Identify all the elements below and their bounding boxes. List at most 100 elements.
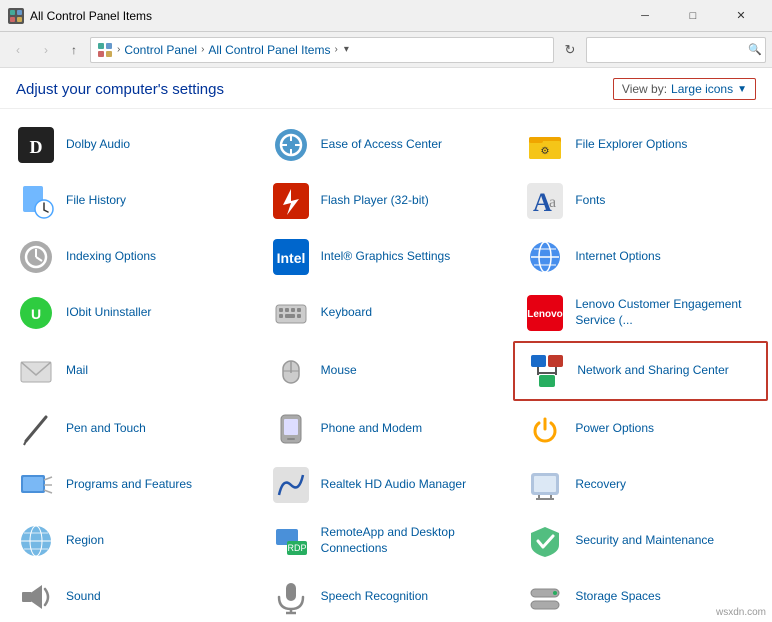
- svg-text:Intel: Intel: [276, 250, 305, 266]
- grid-item-power-options[interactable]: Power Options: [513, 401, 768, 457]
- iobit-label[interactable]: IObit Uninstaller: [66, 305, 151, 321]
- address-control-panel[interactable]: Control Panel: [124, 43, 197, 57]
- grid-item-mail[interactable]: Mail: [4, 341, 259, 401]
- grid-item-mouse[interactable]: Mouse: [259, 341, 514, 401]
- mail-label[interactable]: Mail: [66, 363, 88, 379]
- lenovo-customer-label[interactable]: Lenovo Customer Engagement Service (...: [575, 297, 756, 328]
- phone-modem-label[interactable]: Phone and Modem: [321, 421, 422, 437]
- internet-options-label[interactable]: Internet Options: [575, 249, 660, 265]
- view-by-chevron-icon: ▼: [737, 84, 747, 95]
- address-dropdown-btn[interactable]: ▾: [344, 44, 349, 55]
- up-button[interactable]: ↑: [62, 38, 86, 62]
- keyboard-icon: [271, 293, 311, 333]
- region-icon: [16, 521, 56, 561]
- ease-of-access-label[interactable]: Ease of Access Center: [321, 137, 442, 153]
- grid-item-iobit[interactable]: U IObit Uninstaller: [4, 285, 259, 341]
- phone-modem-icon: [271, 409, 311, 449]
- watermark: wsxdn.com: [716, 607, 766, 618]
- view-by-value[interactable]: Large icons: [671, 82, 733, 96]
- programs-features-icon: [16, 465, 56, 505]
- svg-text:U: U: [31, 306, 41, 322]
- storage-spaces-icon: [525, 577, 565, 617]
- grid-item-ease-of-access[interactable]: Ease of Access Center: [259, 117, 514, 173]
- items-container: D Dolby Audio Ease of Access Center ⚙ File E…: [0, 109, 772, 622]
- grid-item-intel-graphics[interactable]: Intel Intel® Graphics Settings: [259, 229, 514, 285]
- file-explorer-options-icon: ⚙: [525, 125, 565, 165]
- main-content: Adjust your computer's settings View by:…: [0, 68, 772, 622]
- back-button[interactable]: ‹: [6, 38, 30, 62]
- grid-item-internet-options[interactable]: Internet Options: [513, 229, 768, 285]
- forward-button[interactable]: ›: [34, 38, 58, 62]
- title-bar-left: All Control Panel Items: [8, 8, 152, 24]
- grid-item-remoteapp[interactable]: RDP RemoteApp and Desktop Connections: [259, 513, 514, 569]
- remoteapp-icon: RDP: [271, 521, 311, 561]
- programs-features-label[interactable]: Programs and Features: [66, 477, 192, 493]
- grid-item-phone-modem[interactable]: Phone and Modem: [259, 401, 514, 457]
- power-options-icon: [525, 409, 565, 449]
- view-by-label: View by:: [622, 82, 667, 96]
- speech-recognition-label[interactable]: Speech Recognition: [321, 589, 428, 605]
- file-history-label[interactable]: File History: [66, 193, 126, 209]
- file-explorer-options-label[interactable]: File Explorer Options: [575, 137, 687, 153]
- grid-item-realtek-audio[interactable]: Realtek HD Audio Manager: [259, 457, 514, 513]
- flash-player-label[interactable]: Flash Player (32-bit): [321, 193, 429, 209]
- title-bar: All Control Panel Items ─ □ ✕: [0, 0, 772, 32]
- grid-item-speech-recognition[interactable]: Speech Recognition: [259, 569, 514, 622]
- security-maintenance-label[interactable]: Security and Maintenance: [575, 533, 714, 549]
- grid-item-sound[interactable]: Sound: [4, 569, 259, 622]
- remoteapp-label[interactable]: RemoteApp and Desktop Connections: [321, 525, 502, 556]
- intel-graphics-label[interactable]: Intel® Graphics Settings: [321, 249, 451, 265]
- nav-bar: ‹ › ↑ › Control Panel › All Control Pane…: [0, 32, 772, 68]
- maximize-button[interactable]: □: [670, 0, 716, 32]
- dolby-audio-icon: D: [16, 125, 56, 165]
- grid-item-region[interactable]: Region: [4, 513, 259, 569]
- sound-label[interactable]: Sound: [66, 589, 101, 605]
- grid-item-flash-player[interactable]: Flash Player (32-bit): [259, 173, 514, 229]
- pen-touch-icon: [16, 409, 56, 449]
- recovery-label[interactable]: Recovery: [575, 477, 626, 493]
- dolby-audio-label[interactable]: Dolby Audio: [66, 137, 130, 153]
- grid-item-recovery[interactable]: Recovery: [513, 457, 768, 513]
- grid-item-indexing-options[interactable]: Indexing Options: [4, 229, 259, 285]
- indexing-options-label[interactable]: Indexing Options: [66, 249, 156, 265]
- content-header: Adjust your computer's settings View by:…: [0, 68, 772, 109]
- ease-of-access-icon: [271, 125, 311, 165]
- keyboard-label[interactable]: Keyboard: [321, 305, 372, 321]
- grid-item-pen-touch[interactable]: Pen and Touch: [4, 401, 259, 457]
- storage-spaces-label[interactable]: Storage Spaces: [575, 589, 660, 605]
- search-input[interactable]: [593, 43, 748, 57]
- pen-touch-label[interactable]: Pen and Touch: [66, 421, 146, 437]
- security-maintenance-icon: [525, 521, 565, 561]
- refresh-button[interactable]: ↻: [558, 37, 582, 63]
- minimize-button[interactable]: ─: [622, 0, 668, 32]
- sound-icon: [16, 577, 56, 617]
- address-all-control-panel[interactable]: All Control Panel Items: [208, 43, 330, 57]
- grid-item-fonts[interactable]: AaFonts: [513, 173, 768, 229]
- view-by-control[interactable]: View by: Large icons ▼: [613, 78, 756, 100]
- grid-item-keyboard[interactable]: Keyboard: [259, 285, 514, 341]
- grid-item-dolby-audio[interactable]: D Dolby Audio: [4, 117, 259, 173]
- close-button[interactable]: ✕: [718, 0, 764, 32]
- lenovo-customer-icon: Lenovo: [525, 293, 565, 333]
- grid-item-security-maintenance[interactable]: Security and Maintenance: [513, 513, 768, 569]
- realtek-audio-label[interactable]: Realtek HD Audio Manager: [321, 477, 466, 493]
- mouse-label[interactable]: Mouse: [321, 363, 357, 379]
- grid-item-programs-features[interactable]: Programs and Features: [4, 457, 259, 513]
- address-chevron-1: ›: [117, 44, 120, 55]
- speech-recognition-icon: [271, 577, 311, 617]
- grid-item-file-explorer-options[interactable]: ⚙ File Explorer Options: [513, 117, 768, 173]
- fonts-label[interactable]: Fonts: [575, 193, 605, 209]
- title-bar-controls: ─ □ ✕: [622, 0, 764, 32]
- search-icon: 🔍: [748, 43, 762, 56]
- region-label[interactable]: Region: [66, 533, 104, 549]
- search-bar[interactable]: 🔍: [586, 37, 766, 63]
- address-chevron-2: ›: [201, 44, 204, 55]
- window-icon: [8, 8, 24, 24]
- grid-item-lenovo-customer[interactable]: Lenovo Lenovo Customer Engagement Service…: [513, 285, 768, 341]
- grid-item-file-history[interactable]: File History: [4, 173, 259, 229]
- grid-item-network-sharing[interactable]: Network and Sharing Center: [513, 341, 768, 401]
- network-sharing-label[interactable]: Network and Sharing Center: [577, 363, 728, 379]
- mouse-icon: [271, 351, 311, 391]
- iobit-icon: U: [16, 293, 56, 333]
- power-options-label[interactable]: Power Options: [575, 421, 654, 437]
